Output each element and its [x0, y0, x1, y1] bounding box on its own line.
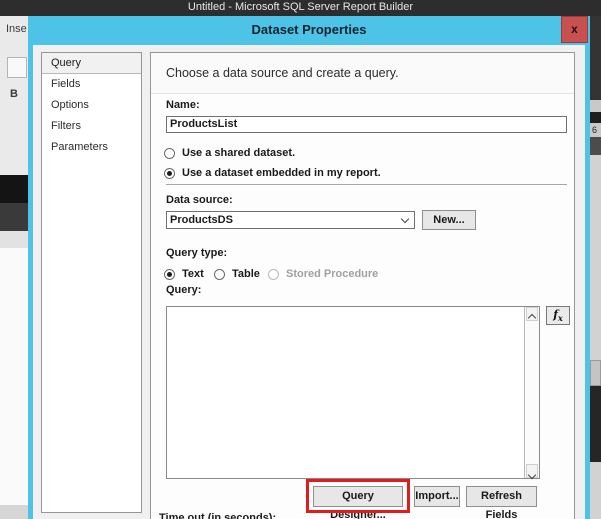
query-type-text-radio[interactable]: Text — [164, 267, 204, 281]
name-input[interactable]: ProductsList — [166, 116, 567, 133]
radio-off-icon — [164, 147, 175, 159]
sidebar-item-query[interactable]: Query — [42, 53, 141, 74]
query-type-table-label: Table — [232, 268, 260, 280]
right-ruler-a — [590, 100, 601, 112]
ribbon-tab-insert[interactable]: Inse — [6, 23, 27, 35]
right-ruler-b — [590, 112, 601, 123]
close-button[interactable]: x — [561, 16, 588, 43]
scroll-down-button[interactable] — [526, 464, 538, 480]
radio-on-icon — [164, 268, 175, 280]
expression-fx-button[interactable]: fx — [546, 306, 570, 325]
data-source-label: Data source: — [166, 194, 233, 206]
chevron-down-icon — [400, 214, 410, 224]
data-source-value: ProductsDS — [170, 214, 233, 226]
app-title: Untitled - Microsoft SQL Server Report B… — [187, 1, 414, 13]
query-type-table-radio[interactable]: Table — [214, 267, 260, 281]
scroll-up-button[interactable] — [526, 307, 538, 323]
toolbar-dark-band — [0, 203, 28, 423]
ribbon-group-label: B — [10, 88, 18, 100]
radio-on-icon — [164, 167, 175, 179]
canvas-bottom — [0, 505, 28, 519]
section-divider — [166, 184, 567, 185]
canvas-band — [0, 231, 28, 248]
screen: Untitled - Microsoft SQL Server Report B… — [0, 0, 601, 519]
chevron-down-icon — [527, 470, 537, 480]
query-text-area[interactable] — [166, 306, 540, 480]
right-ruler-d — [590, 137, 601, 155]
name-label: Name: — [166, 99, 200, 111]
right-dark-panel — [590, 16, 601, 100]
ruler-number: 6 — [592, 125, 598, 135]
radio-disabled-icon — [268, 268, 279, 280]
embedded-dataset-label: Use a dataset embedded in my report. — [182, 167, 381, 179]
import-button[interactable]: Import... — [414, 486, 460, 507]
right-scroll-thumb[interactable] — [590, 360, 601, 386]
sidebar-item-options[interactable]: Options — [42, 95, 141, 116]
app-titlebar: Untitled - Microsoft SQL Server Report B… — [0, 0, 601, 16]
query-type-sp-radio: Stored Procedure — [268, 267, 378, 281]
dataset-properties-dialog: Dataset Properties x Query Fields Option… — [28, 16, 590, 519]
right-dark-band — [590, 386, 601, 462]
dialog-title: Dataset Properties — [251, 22, 367, 37]
timeout-label: Time out (in seconds): — [159, 512, 277, 519]
refresh-fields-button[interactable]: Refresh Fields — [466, 486, 537, 519]
shared-dataset-radio[interactable]: Use a shared dataset. — [164, 146, 295, 160]
close-icon: x — [571, 22, 578, 36]
page-title: Choose a data source and create a query. — [151, 53, 574, 94]
query-type-sp-label: Stored Procedure — [286, 268, 379, 280]
canvas-area — [0, 248, 28, 505]
query-designer-button[interactable]: Query Designer... — [313, 486, 403, 519]
query-type-label: Query type: — [166, 247, 228, 259]
right-scroll-track[interactable] — [590, 155, 601, 360]
dialog-main-panel: Choose a data source and create a query.… — [150, 52, 575, 519]
sidebar-item-fields[interactable]: Fields — [42, 74, 141, 95]
new-data-source-button[interactable]: New... — [422, 210, 476, 230]
query-type-text-label: Text — [182, 268, 204, 280]
sidebar-item-filters[interactable]: Filters — [42, 116, 141, 137]
query-label: Query: — [166, 284, 202, 296]
right-bottom-band — [590, 462, 601, 519]
embedded-dataset-radio[interactable]: Use a dataset embedded in my report. — [164, 166, 381, 180]
data-source-dropdown[interactable]: ProductsDS — [166, 211, 415, 229]
ribbon-button[interactable] — [7, 57, 27, 78]
shared-dataset-label: Use a shared dataset. — [182, 147, 296, 159]
radio-off-icon — [214, 268, 225, 280]
sidebar-item-parameters[interactable]: Parameters — [42, 137, 141, 158]
chevron-up-icon — [527, 313, 537, 323]
ruler-dark-band — [0, 175, 28, 203]
dialog-sidebar: Query Fields Options Filters Parameters — [41, 52, 142, 513]
query-scrollbar[interactable] — [524, 307, 539, 480]
